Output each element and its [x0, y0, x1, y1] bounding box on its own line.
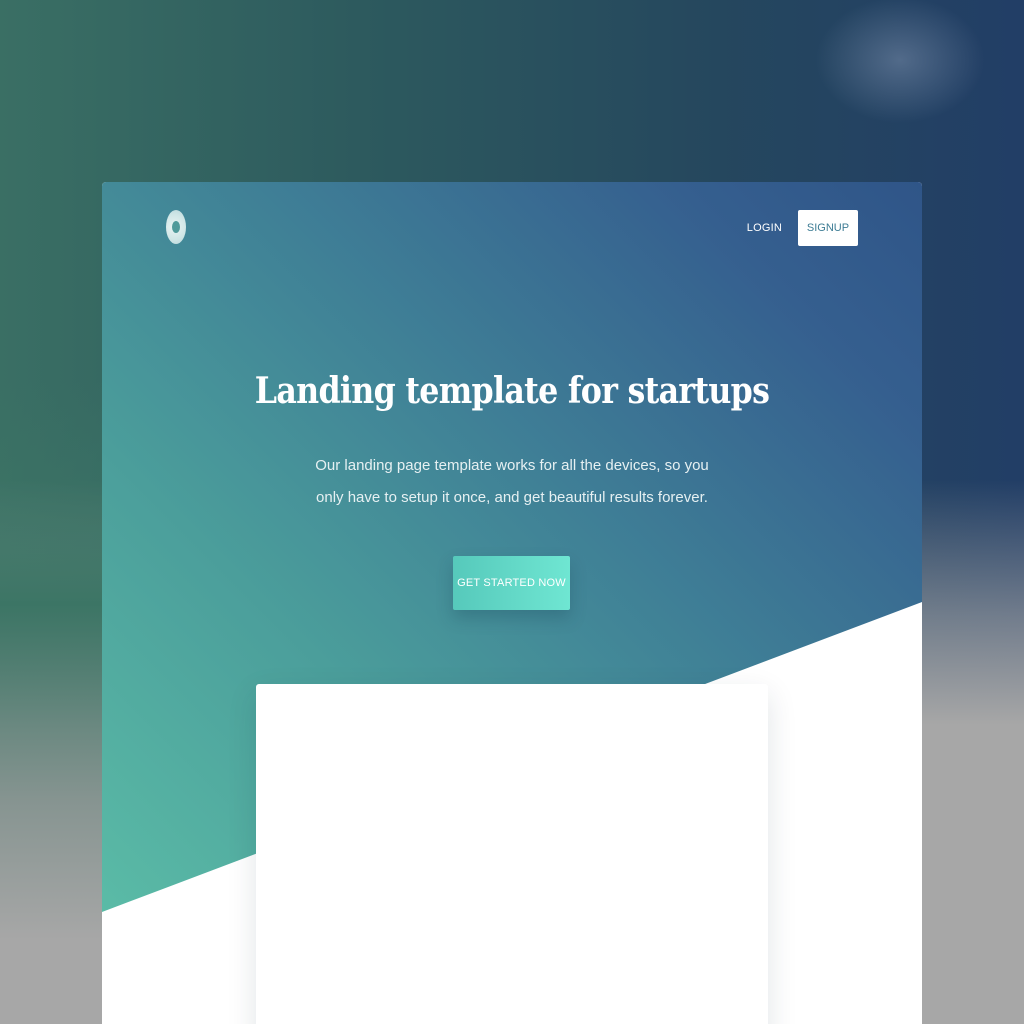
get-started-button[interactable]: GET STARTED NOW — [453, 556, 570, 610]
logo-core — [172, 221, 180, 233]
hero-subtitle: Our landing page template works for all … — [315, 457, 709, 506]
logo-icon[interactable] — [166, 210, 188, 246]
background-teal-glow — [0, 380, 110, 940]
header-nav: LOGIN SIGNUP — [747, 210, 858, 246]
login-link[interactable]: LOGIN — [747, 222, 782, 234]
signup-button[interactable]: SIGNUP — [798, 210, 858, 246]
hero-title: Landing template for startups — [254, 370, 770, 412]
device-mockup-card — [256, 684, 768, 1024]
landing-page-frame: LOGIN SIGNUP Landing template for startu… — [102, 182, 922, 1024]
